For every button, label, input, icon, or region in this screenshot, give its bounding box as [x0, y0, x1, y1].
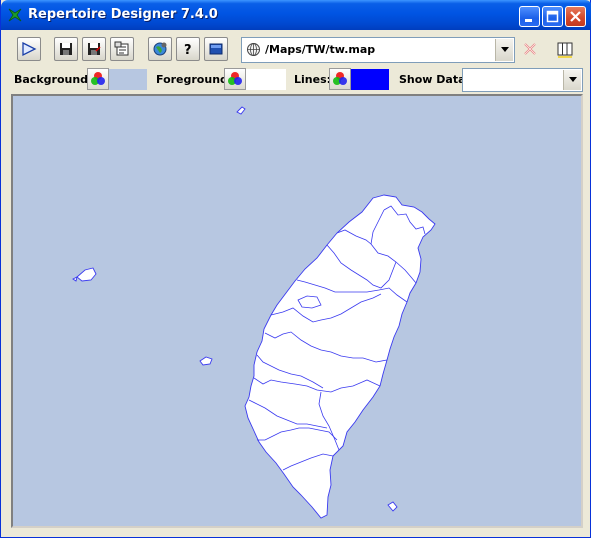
orchid-island[interactable]	[387, 501, 398, 512]
window-title: Repertoire Designer 7.4.0	[28, 7, 218, 22]
close-icon	[570, 11, 581, 22]
save-button[interactable]	[54, 37, 78, 61]
close-button[interactable]	[565, 6, 586, 27]
maximize-icon	[546, 10, 559, 23]
app-icon	[8, 8, 22, 22]
foreground-color-picker[interactable]	[224, 68, 246, 90]
columns-icon	[557, 42, 573, 58]
chevron-down-icon	[501, 47, 509, 52]
color-wheel-icon	[228, 72, 242, 85]
islet-a[interactable]	[72, 276, 78, 282]
properties-bar: Background: Foreground: Lines: Show Data…	[11, 67, 583, 93]
run-button[interactable]	[17, 37, 41, 61]
minimize-button[interactable]	[519, 6, 540, 27]
run-icon	[22, 41, 37, 57]
main-island[interactable]	[244, 194, 436, 519]
lines-color-swatch[interactable]	[351, 69, 389, 90]
help-icon: ?	[184, 43, 192, 57]
globe-settings-button[interactable]	[148, 37, 172, 61]
foreground-color-swatch[interactable]	[246, 69, 286, 90]
save-as-icon	[88, 43, 101, 55]
background-color-picker[interactable]	[87, 68, 109, 90]
foreground-label: Foreground:	[156, 73, 233, 86]
lines-label: Lines:	[294, 73, 332, 86]
green-island[interactable]	[199, 356, 213, 366]
window-button[interactable]	[204, 37, 228, 61]
chevron-down-icon	[569, 77, 577, 82]
columns-button[interactable]	[552, 37, 576, 61]
save-as-button[interactable]	[82, 37, 106, 61]
map-path-combo[interactable]: /Maps/TW/tw.map	[241, 37, 515, 63]
penghu-island[interactable]	[76, 267, 97, 282]
map-path-value: /Maps/TW/tw.map	[265, 43, 376, 56]
properties-icon	[114, 41, 129, 56]
app-window: Repertoire Designer 7.4.0 ? /Maps/TW/tw.…	[0, 0, 591, 538]
save-icon	[60, 43, 72, 55]
lines-color-picker[interactable]	[329, 68, 351, 90]
globe-icon	[247, 43, 260, 56]
show-data-label: Show Data:	[399, 73, 470, 86]
main-toolbar: ? /Maps/TW/tw.map	[11, 34, 583, 66]
maximize-button[interactable]	[542, 6, 563, 27]
map-canvas[interactable]	[11, 94, 583, 528]
delete-map-button[interactable]	[518, 37, 542, 61]
background-label: Background:	[14, 73, 93, 86]
svg-text:?: ?	[184, 43, 192, 57]
delete-icon	[524, 43, 536, 55]
map-path-dropdown[interactable]	[495, 39, 513, 61]
color-wheel-icon	[333, 72, 347, 85]
properties-button[interactable]	[110, 37, 134, 61]
show-data-select[interactable]	[462, 68, 583, 92]
map-svg[interactable]	[13, 96, 581, 526]
background-color-swatch[interactable]	[109, 69, 147, 90]
globe-settings-icon	[153, 42, 167, 56]
minimize-icon	[525, 19, 532, 22]
window-icon	[209, 43, 223, 55]
islet-north[interactable]	[236, 106, 246, 115]
help-button[interactable]: ?	[176, 37, 200, 61]
title-bar[interactable]: Repertoire Designer 7.4.0	[1, 0, 591, 30]
color-wheel-icon	[91, 72, 105, 85]
show-data-dropdown[interactable]	[563, 70, 581, 90]
